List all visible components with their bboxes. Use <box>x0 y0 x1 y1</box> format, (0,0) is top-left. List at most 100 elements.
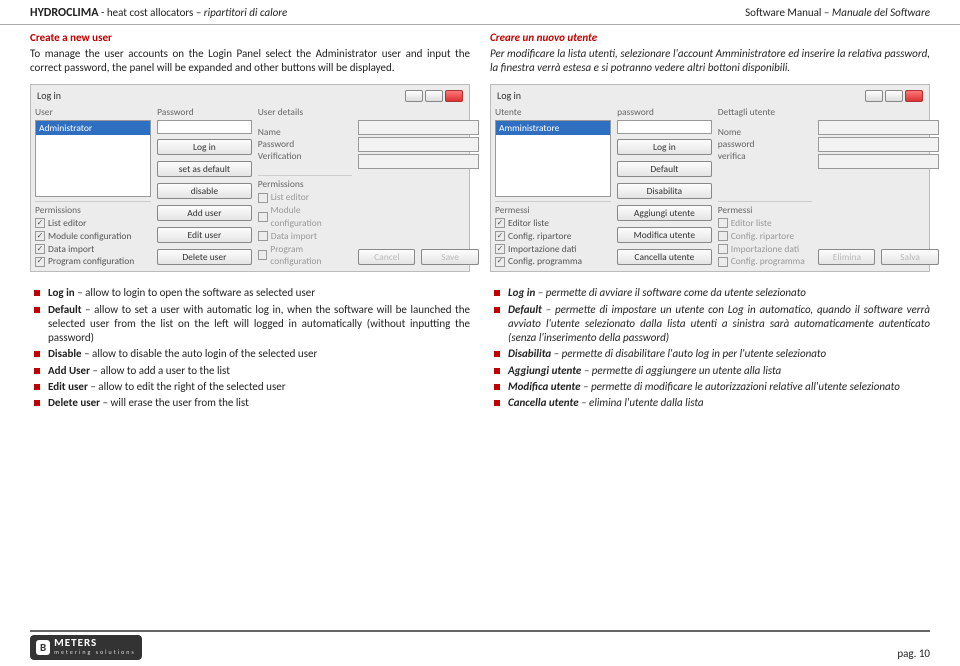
password-label: Password <box>157 106 252 120</box>
user-listbox[interactable]: Amministratore <box>495 120 611 197</box>
perm-ro-editor-liste: ✓Editor liste <box>718 217 813 230</box>
perm-ro-program-config: ✓Program configuration <box>258 243 353 269</box>
window-title: Log in <box>497 89 521 102</box>
manual-it: Manuale del Software <box>832 6 930 19</box>
maximize-icon[interactable] <box>425 90 443 102</box>
pwd-label: password <box>718 138 813 150</box>
permissions-label: Permissions <box>35 204 151 217</box>
bullet-columns: Log in – allow to login to open the soft… <box>0 280 960 412</box>
user-item-admin[interactable]: Amministratore <box>496 121 610 135</box>
intro-en-body: To manage the user accounts on the Login… <box>30 47 470 74</box>
intro-columns: Create a new user To manage the user acc… <box>0 25 960 80</box>
manual-en: Software Manual – <box>745 6 832 19</box>
bullets-it: Log in – permette di avviare il software… <box>490 286 930 412</box>
disable-button[interactable]: Disabilita <box>617 183 712 199</box>
list-item: Disable – allow to disable the auto logi… <box>30 347 470 361</box>
verif-label: Verification <box>258 150 353 162</box>
perm-importazione-dati[interactable]: ✓Importazione dati <box>495 243 611 256</box>
titlebar: Log in <box>495 89 925 106</box>
list-item: Edit user – allow to edit the right of t… <box>30 380 470 394</box>
list-item: Default – permette di impostare un utent… <box>490 303 930 346</box>
perm-data-import[interactable]: ✓Data import <box>35 243 151 256</box>
delete-user-button[interactable]: Delete user <box>157 249 252 265</box>
perm-ro-config-programma: ✓Config. programma <box>718 255 813 268</box>
close-icon[interactable] <box>445 90 463 102</box>
pwd-label: Password <box>258 138 353 150</box>
logo-text-big: METERS <box>54 636 97 649</box>
perm-config-ripartore[interactable]: ✓Config. ripartore <box>495 230 611 243</box>
perm-program-config[interactable]: ✓Program configuration <box>35 255 151 268</box>
password-input[interactable] <box>617 120 712 134</box>
login-button[interactable]: Log in <box>617 139 712 155</box>
perm-list-editor[interactable]: ✓List editor <box>35 217 151 230</box>
window-buttons <box>405 90 463 102</box>
add-user-button[interactable]: Add user <box>157 205 252 221</box>
name-input[interactable] <box>818 120 938 135</box>
login-button[interactable]: Log in <box>157 139 252 155</box>
list-item: Log in – allow to login to open the soft… <box>30 286 470 300</box>
verification-input[interactable] <box>358 154 478 169</box>
minimize-icon[interactable] <box>405 90 423 102</box>
tagline-it: ripartitori di calore <box>204 6 288 19</box>
save-button[interactable]: Save <box>421 249 478 265</box>
password-input[interactable] <box>157 120 252 134</box>
intro-en: Create a new user To manage the user acc… <box>30 31 470 74</box>
page-header: HYDROCLIMA - heat cost allocators – ripa… <box>0 0 960 25</box>
bmeters-logo: B METERS metering solutions <box>30 635 142 660</box>
minimize-icon[interactable] <box>865 90 883 102</box>
user-listbox[interactable]: Administrator <box>35 120 151 197</box>
perm-module-config[interactable]: ✓Module configuration <box>35 230 151 243</box>
add-user-button[interactable]: Aggiungi utente <box>617 205 712 221</box>
bullets-en: Log in – allow to login to open the soft… <box>30 286 470 412</box>
header-left: HYDROCLIMA - heat cost allocators – ripa… <box>30 6 287 20</box>
user-details-label: Dettagli utente <box>718 106 813 120</box>
logo-text-small: metering solutions <box>54 648 136 656</box>
titlebar: Log in <box>35 89 465 106</box>
password-edit-input[interactable] <box>358 137 478 152</box>
header-right: Software Manual – Manuale del Software <box>745 6 930 20</box>
intro-en-title: Create a new user <box>30 31 470 45</box>
close-icon[interactable] <box>905 90 923 102</box>
list-item: Aggiungi utente – permette di aggiungere… <box>490 364 930 378</box>
list-item: Add User – allow to add a user to the li… <box>30 364 470 378</box>
list-item: Disabilita – permette di disabilitare l'… <box>490 347 930 361</box>
cancel-button[interactable]: Elimina <box>818 249 875 265</box>
name-input[interactable] <box>358 120 478 135</box>
disable-button[interactable]: disable <box>157 183 252 199</box>
page-number: pag. 10 <box>897 647 930 660</box>
intro-it-title: Creare un nuovo utente <box>490 31 930 45</box>
set-default-button[interactable]: set as default <box>157 161 252 177</box>
perm-ro-data-import: ✓Data import <box>258 230 353 243</box>
delete-user-button[interactable]: Cancella utente <box>617 249 712 265</box>
user-label: User <box>35 106 151 120</box>
tagline-en: - heat cost allocators – <box>101 6 204 19</box>
screenshot-row: Log in User Administrator Permissions ✓L… <box>0 80 960 280</box>
save-button[interactable]: Salva <box>881 249 938 265</box>
list-item: Log in – permette di avviare il software… <box>490 286 930 300</box>
product-logo: HYDROCLIMA <box>30 6 99 20</box>
cancel-button[interactable]: Cancel <box>358 249 415 265</box>
login-window-en: Log in User Administrator Permissions ✓L… <box>30 84 470 272</box>
page-footer: B METERS metering solutions pag. 10 <box>0 630 960 660</box>
perm-editor-liste[interactable]: ✓Editor liste <box>495 217 611 230</box>
password-edit-input[interactable] <box>818 137 938 152</box>
default-button[interactable]: Default <box>617 161 712 177</box>
list-item: Default – allow to set a user with autom… <box>30 303 470 346</box>
perm-ro-module-config: ✓Module configuration <box>258 204 353 230</box>
intro-it-body: Per modificare la lista utenti, selezion… <box>490 47 930 74</box>
perm-ro-importazione-dati: ✓Importazione dati <box>718 243 813 256</box>
user-details-label: User details <box>258 106 353 120</box>
edit-user-button[interactable]: Edit user <box>157 227 252 243</box>
perm-ro-config-ripartore: ✓Config. ripartore <box>718 230 813 243</box>
perm-config-programma[interactable]: ✓Config. programma <box>495 255 611 268</box>
window-title: Log in <box>37 89 61 102</box>
window-buttons <box>865 90 923 102</box>
verif-label: verifica <box>718 150 813 162</box>
verification-input[interactable] <box>818 154 938 169</box>
user-item-admin[interactable]: Administrator <box>36 121 150 135</box>
maximize-icon[interactable] <box>885 90 903 102</box>
edit-user-button[interactable]: Modifica utente <box>617 227 712 243</box>
list-item: Cancella utente – elimina l'utente dalla… <box>490 396 930 410</box>
login-window-it: Log in Utente Amministratore Permessi ✓E… <box>490 84 930 272</box>
user-label: Utente <box>495 106 611 120</box>
